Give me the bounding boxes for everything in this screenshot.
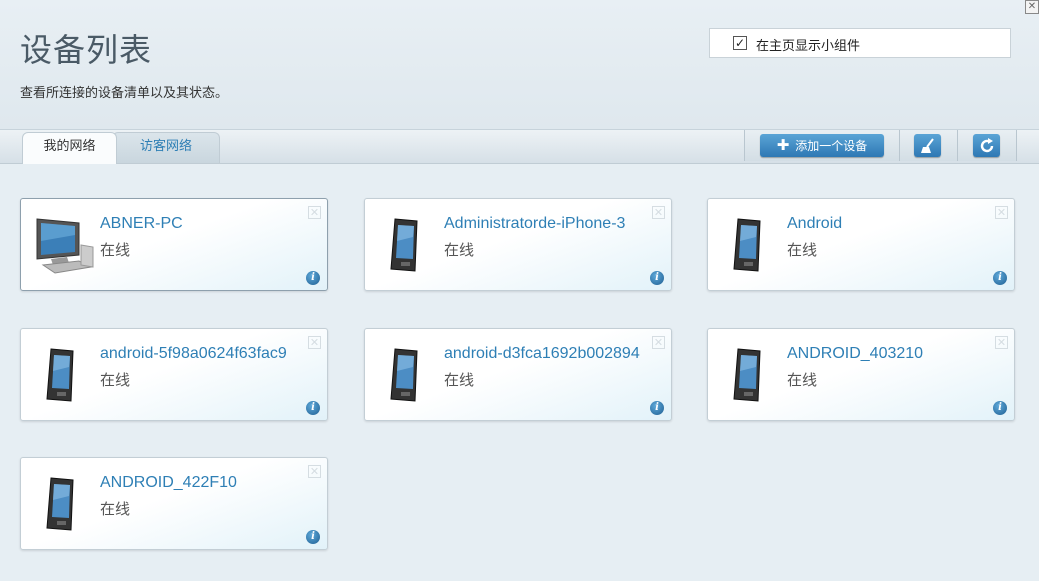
toolbar-divider [899,130,900,161]
device-card[interactable]: ANDROID_403210 在线 ✕ i [707,328,1015,421]
tab-bar: 访客网络 我的网络 ✚ 添加一个设备 [0,130,1039,164]
device-status: 在线 [444,371,475,389]
toolbar-divider [957,130,958,161]
device-status: 在线 [100,371,131,389]
device-name[interactable]: android-5f98a0624f63fac9 [100,345,287,363]
refresh-icon [980,137,993,152]
device-card[interactable]: android-d3fca1692b002894 在线 ✕ i [364,328,672,421]
page-subtitle: 查看所连接的设备清单以及其状态。 [20,86,229,101]
header: 设备列表 查看所连接的设备清单以及其状态。 ✕ ✓ 在主页显示小组件 [0,0,1039,130]
show-widget-checkbox[interactable]: ✓ [733,36,747,50]
show-widget-label: 在主页显示小组件 [756,39,861,54]
device-card[interactable]: ABNER-PC 在线 ✕ i [20,198,328,291]
device-name[interactable]: Android [787,215,842,233]
tab-guest-network[interactable]: 访客网络 [112,132,220,163]
phone-icon [733,218,761,272]
device-card[interactable]: android-5f98a0624f63fac9 在线 ✕ i [20,328,328,421]
tab-my-network[interactable]: 我的网络 [22,132,117,164]
device-status: 在线 [787,371,818,389]
add-device-button[interactable]: ✚ 添加一个设备 [760,134,884,157]
device-status: 在线 [444,241,475,259]
info-icon[interactable]: i [306,530,320,544]
close-icon[interactable]: ✕ [652,336,665,349]
info-icon[interactable]: i [993,401,1007,415]
close-icon[interactable]: ✕ [1025,0,1039,14]
info-icon[interactable]: i [650,271,664,285]
info-icon[interactable]: i [306,271,320,285]
device-toolbar: ✚ 添加一个设备 [744,130,1017,161]
info-icon[interactable]: i [993,271,1007,285]
phone-icon [46,477,74,531]
phone-icon [733,348,761,402]
desktop-pc-icon [36,218,94,274]
device-card[interactable]: ANDROID_422F10 在线 ✕ i [20,457,328,550]
device-name[interactable]: Administratorde-iPhone-3 [444,215,625,233]
close-icon[interactable]: ✕ [995,336,1008,349]
page-title: 设备列表 [20,31,153,69]
device-name[interactable]: ANDROID_422F10 [100,474,237,492]
close-icon[interactable]: ✕ [308,465,321,478]
close-icon[interactable]: ✕ [308,336,321,349]
phone-icon [390,348,418,402]
device-name[interactable]: ABNER-PC [100,215,183,233]
clear-broom-button[interactable] [914,134,941,157]
close-icon[interactable]: ✕ [652,206,665,219]
refresh-button[interactable] [973,134,1000,157]
plus-icon: ✚ [776,136,790,154]
add-device-label: 添加一个设备 [795,139,868,153]
device-status: 在线 [100,241,131,259]
device-card[interactable]: Administratorde-iPhone-3 在线 ✕ i [364,198,672,291]
device-name[interactable]: android-d3fca1692b002894 [444,345,640,363]
info-icon[interactable]: i [306,401,320,415]
show-widget-option[interactable]: ✓ 在主页显示小组件 [709,28,1011,58]
device-status: 在线 [787,241,818,259]
phone-icon [46,348,74,402]
broom-icon [920,137,934,153]
device-card[interactable]: Android 在线 ✕ i [707,198,1015,291]
phone-icon [390,218,418,272]
close-icon[interactable]: ✕ [308,206,321,219]
close-icon[interactable]: ✕ [995,206,1008,219]
device-name[interactable]: ANDROID_403210 [787,345,923,363]
device-status: 在线 [100,500,131,518]
info-icon[interactable]: i [650,401,664,415]
